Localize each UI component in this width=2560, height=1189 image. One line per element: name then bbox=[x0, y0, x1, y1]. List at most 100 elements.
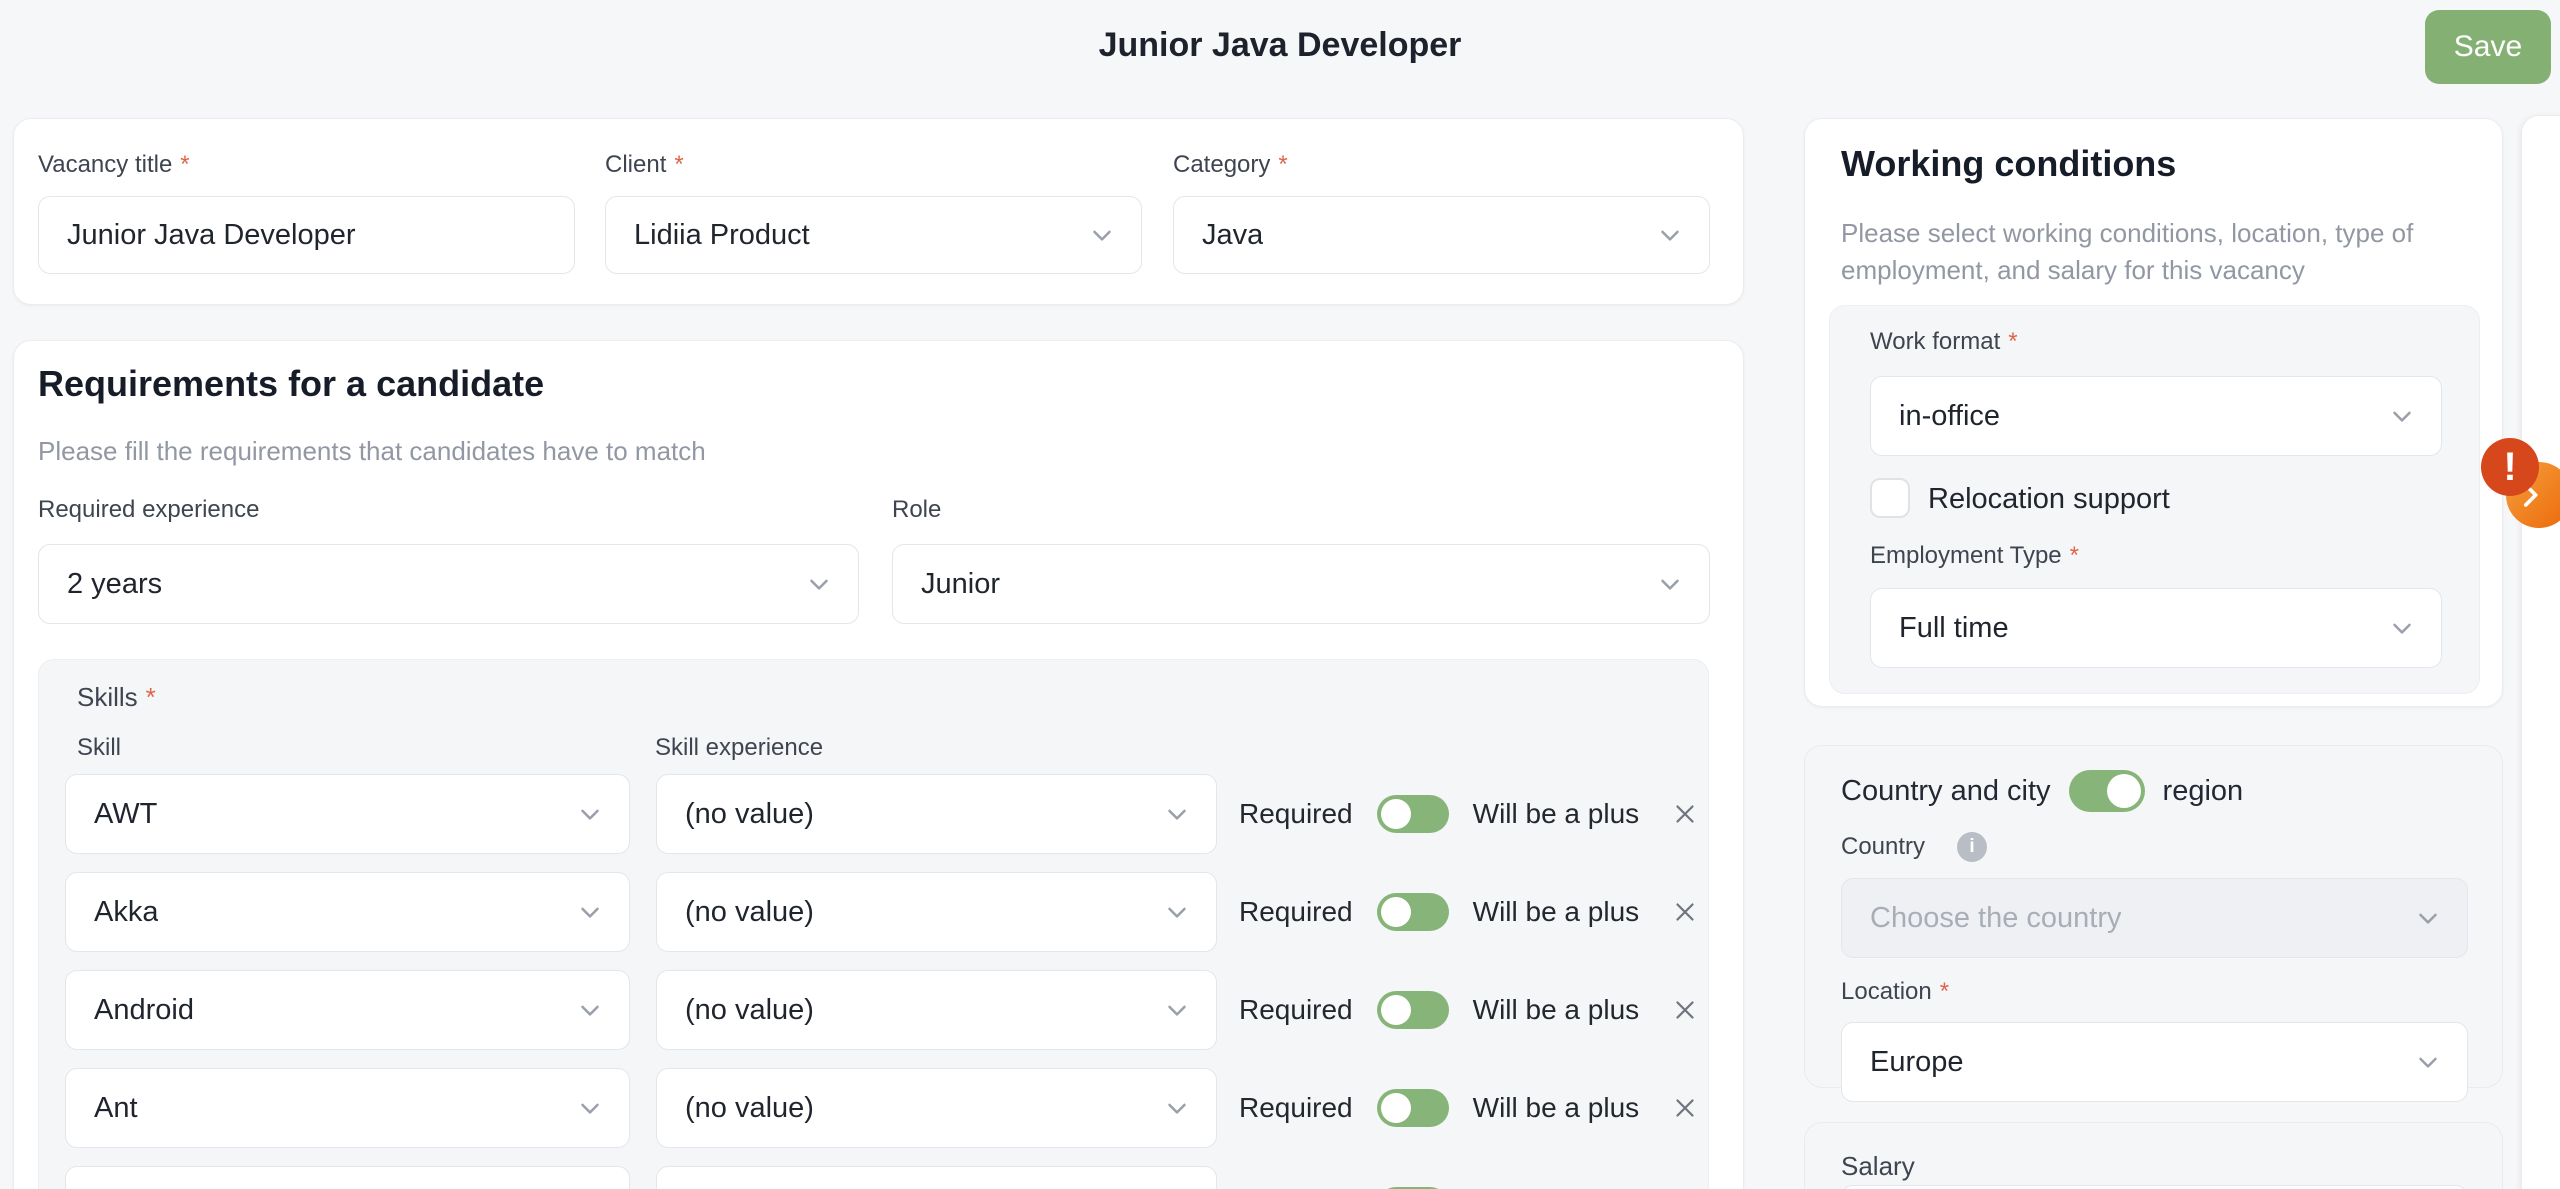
category-value: Java bbox=[1202, 219, 1263, 252]
location-select[interactable]: Europe bbox=[1841, 1022, 2468, 1102]
skill-value: Akka bbox=[94, 896, 158, 929]
chevron-down-icon bbox=[1162, 897, 1192, 927]
required-asterisk: * bbox=[146, 682, 156, 712]
chevron-down-icon bbox=[1162, 1093, 1192, 1123]
plus-toggle-label: Will be a plus bbox=[1473, 1092, 1640, 1124]
skill-value: Ant bbox=[94, 1092, 138, 1125]
chevron-down-icon bbox=[575, 995, 605, 1025]
skill-experience-select[interactable]: (no value) bbox=[656, 774, 1217, 854]
employment-type-value: Full time bbox=[1899, 612, 2009, 645]
plus-toggle-label: Will be a plus bbox=[1473, 798, 1640, 830]
employment-type-label: Employment Type* bbox=[1870, 542, 2079, 570]
skill-experience-select[interactable] bbox=[656, 1166, 1217, 1189]
vacancy-title-input[interactable]: Junior Java Developer bbox=[38, 196, 575, 274]
required-plus-toggle[interactable] bbox=[1377, 795, 1449, 833]
chevron-down-icon bbox=[575, 1093, 605, 1123]
location-label: Location* bbox=[1841, 978, 1949, 1006]
remove-skill-button[interactable] bbox=[1667, 992, 1703, 1028]
requirements-card: Requirements for a candidate Please fill… bbox=[13, 340, 1744, 1189]
skill-row: AWT (no value) Required Will be a plus bbox=[39, 774, 1708, 854]
skill-row: Android (no value) Required Will be a pl… bbox=[39, 970, 1708, 1050]
required-asterisk: * bbox=[2008, 328, 2017, 355]
skill-select[interactable] bbox=[65, 1166, 630, 1189]
toggle-knob bbox=[1381, 799, 1411, 829]
remove-skill-button[interactable] bbox=[1667, 894, 1703, 930]
skill-experience-value: (no value) bbox=[685, 798, 814, 831]
country-select[interactable]: Choose the country bbox=[1841, 878, 2468, 958]
chevron-down-icon bbox=[804, 569, 834, 599]
required-experience-value: 2 years bbox=[67, 568, 162, 601]
country-label: Country bbox=[1841, 833, 1925, 861]
page-title: Junior Java Developer bbox=[0, 26, 2560, 65]
required-asterisk: * bbox=[674, 151, 683, 178]
required-toggle-label: Required bbox=[1239, 798, 1353, 830]
required-experience-select[interactable]: 2 years bbox=[38, 544, 859, 624]
save-button[interactable]: Save bbox=[2425, 10, 2551, 84]
region-mode-toggle[interactable] bbox=[2069, 770, 2145, 812]
skill-experience-select[interactable]: (no value) bbox=[656, 970, 1217, 1050]
chevron-down-icon bbox=[575, 799, 605, 829]
toggle-knob bbox=[2107, 774, 2141, 808]
alert-icon: ! bbox=[2503, 445, 2516, 490]
salary-field[interactable] bbox=[1841, 1185, 2468, 1189]
required-plus-toggle[interactable] bbox=[1377, 991, 1449, 1029]
skill-experience-select[interactable]: (no value) bbox=[656, 872, 1217, 952]
skill-row: Akka (no value) Required Will be a plus bbox=[39, 872, 1708, 952]
country-city-card: Country and city region Country i Choose… bbox=[1804, 745, 2503, 1088]
country-label-row: Country i bbox=[1841, 832, 1987, 862]
chevron-down-icon bbox=[1655, 569, 1685, 599]
work-format-label: Work format* bbox=[1870, 328, 2018, 356]
skill-value: Android bbox=[94, 994, 194, 1027]
remove-skill-button[interactable] bbox=[1667, 1090, 1703, 1126]
client-label: Client* bbox=[605, 151, 684, 179]
required-plus-toggle[interactable] bbox=[1377, 1089, 1449, 1127]
chevron-down-icon bbox=[1162, 995, 1192, 1025]
required-asterisk: * bbox=[2070, 542, 2079, 569]
chevron-down-icon bbox=[2387, 401, 2417, 431]
skills-panel: Skills* Skill Skill experience AWT (no v… bbox=[38, 659, 1709, 1189]
required-asterisk: * bbox=[1940, 978, 1949, 1005]
vacancy-title-value: Junior Java Developer bbox=[67, 219, 356, 252]
chevron-down-icon bbox=[1087, 220, 1117, 250]
required-plus-toggle[interactable] bbox=[1377, 893, 1449, 931]
location-value: Europe bbox=[1870, 1046, 1964, 1079]
client-select[interactable]: Lidiia Product bbox=[605, 196, 1142, 274]
skill-select[interactable]: Akka bbox=[65, 872, 630, 952]
work-format-select[interactable]: in-office bbox=[1870, 376, 2442, 456]
work-format-value: in-office bbox=[1899, 400, 2000, 433]
role-select[interactable]: Junior bbox=[892, 544, 1710, 624]
required-toggle-label: Required bbox=[1239, 994, 1353, 1026]
plus-toggle-label: Will be a plus bbox=[1473, 994, 1640, 1026]
required-toggle-label: Required bbox=[1239, 896, 1353, 928]
employment-type-select[interactable]: Full time bbox=[1870, 588, 2442, 668]
skill-select[interactable]: Ant bbox=[65, 1068, 630, 1148]
skill-select[interactable]: Android bbox=[65, 970, 630, 1050]
category-select[interactable]: Java bbox=[1173, 196, 1710, 274]
relocation-support-label: Relocation support bbox=[1928, 482, 2170, 516]
skill-column-label: Skill bbox=[77, 734, 121, 762]
client-value: Lidiia Product bbox=[634, 219, 810, 252]
country-placeholder: Choose the country bbox=[1870, 902, 2121, 935]
working-conditions-card: Working conditions Please select working… bbox=[1804, 118, 2503, 707]
chevron-down-icon bbox=[1655, 220, 1685, 250]
chevron-down-icon bbox=[2413, 1047, 2443, 1077]
required-asterisk: * bbox=[180, 151, 189, 178]
skills-label: Skills* bbox=[77, 682, 156, 713]
chevron-down-icon bbox=[1162, 799, 1192, 829]
required-toggle-label: Required bbox=[1239, 1092, 1353, 1124]
alert-badge[interactable]: ! bbox=[2481, 438, 2539, 496]
salary-card: Salary bbox=[1804, 1122, 2503, 1189]
chevron-down-icon bbox=[575, 897, 605, 927]
chevron-down-icon bbox=[2413, 903, 2443, 933]
skill-experience-select[interactable]: (no value) bbox=[656, 1068, 1217, 1148]
relocation-support-checkbox[interactable] bbox=[1870, 478, 1910, 518]
info-icon[interactable]: i bbox=[1957, 832, 1987, 862]
skill-select[interactable]: AWT bbox=[65, 774, 630, 854]
role-label: Role bbox=[892, 496, 941, 524]
country-city-title-row: Country and city region bbox=[1841, 770, 2243, 812]
work-format-panel: Work format* in-office Relocation suppor… bbox=[1829, 305, 2480, 694]
save-button-label: Save bbox=[2454, 30, 2522, 64]
remove-skill-button[interactable] bbox=[1667, 796, 1703, 832]
category-label: Category* bbox=[1173, 151, 1288, 179]
region-label: region bbox=[2163, 775, 2244, 808]
